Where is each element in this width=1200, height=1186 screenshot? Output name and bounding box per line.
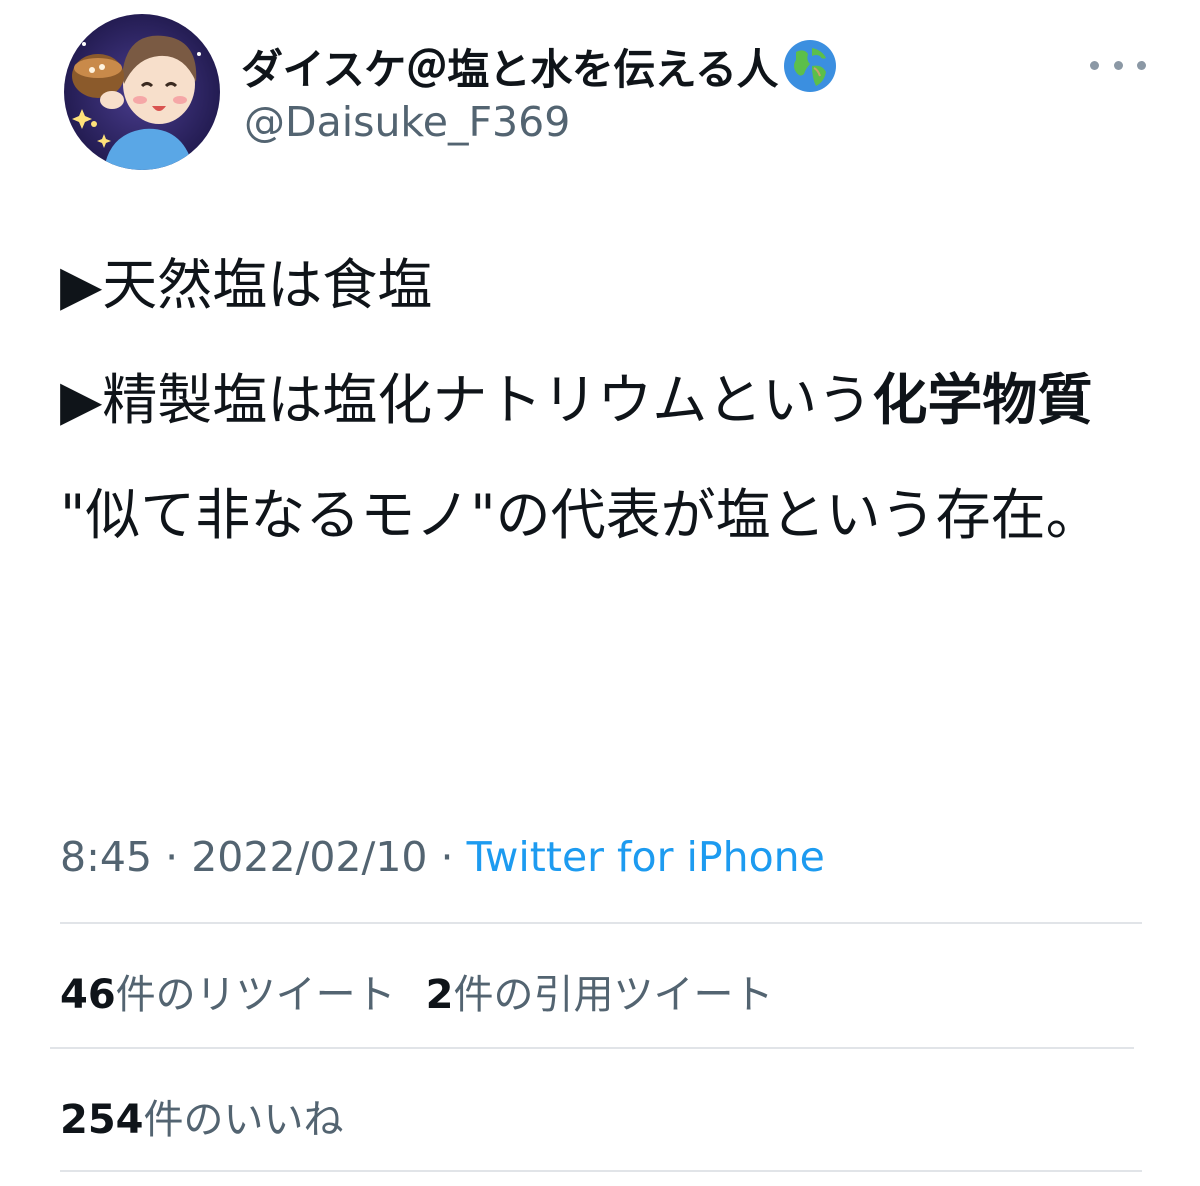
more-options-button[interactable] — [1090, 50, 1146, 80]
likes-stats-row: 254件のいいね — [60, 1087, 374, 1145]
tweet-meta: 8:45 · 2022/02/10 · Twitter for iPhone — [60, 833, 825, 881]
meta-separator: · — [152, 833, 192, 881]
retweet-stats-row: 46件のリツイート 2件の引用ツイート — [60, 962, 804, 1020]
tweet-text: ▶天然塩は食塩 ▶精製塩は塩化ナトリウムという化学物質 "似て非なるモノ"の代表… — [60, 248, 1150, 553]
tweet-date[interactable]: 2022/02/10 — [191, 833, 427, 881]
quotes-link[interactable]: 2件の引用ツイート — [426, 972, 774, 1018]
display-name[interactable]: ダイスケ＠塩と水を伝える人 — [241, 36, 778, 97]
tweet-line-2-bold: 化学物質 — [872, 368, 1093, 432]
divider — [60, 1170, 1142, 1172]
quotes-label: 件の引用ツイート — [453, 972, 774, 1018]
more-dot-icon — [1137, 60, 1146, 70]
divider — [60, 922, 1142, 924]
quotes-count: 2 — [425, 972, 454, 1018]
retweets-count: 46 — [60, 972, 116, 1018]
globe-icon — [782, 38, 838, 94]
meta-separator: · — [427, 833, 467, 881]
user-handle[interactable]: @Daisuke_F369 — [244, 98, 570, 146]
likes-label: 件のいいね — [143, 1097, 344, 1143]
tweet-time[interactable]: 8:45 — [60, 833, 152, 881]
tweet-source-link[interactable]: Twitter for iPhone — [467, 833, 825, 881]
retweets-label: 件のリツイート — [115, 972, 396, 1018]
tweet-line-2: ▶精製塩は塩化ナトリウムという化学物質 — [60, 363, 1150, 438]
divider — [50, 1047, 1134, 1049]
likes-count: 254 — [60, 1097, 144, 1143]
display-name-row[interactable]: ダイスケ＠塩と水を伝える人 — [241, 38, 838, 94]
avatar-image — [64, 14, 220, 170]
likes-link[interactable]: 254件のいいね — [60, 1097, 344, 1143]
more-dot-icon — [1090, 60, 1099, 70]
tweet-line-2-plain: ▶精製塩は塩化ナトリウムという — [60, 368, 873, 432]
tweet-line-3: "似て非なるモノ"の代表が塩という存在。 — [60, 483, 1101, 547]
retweets-link[interactable]: 46件のリツイート — [60, 972, 396, 1018]
more-dot-icon — [1113, 60, 1123, 70]
tweet-line-1: ▶天然塩は食塩 — [60, 253, 433, 317]
avatar[interactable] — [64, 14, 220, 170]
